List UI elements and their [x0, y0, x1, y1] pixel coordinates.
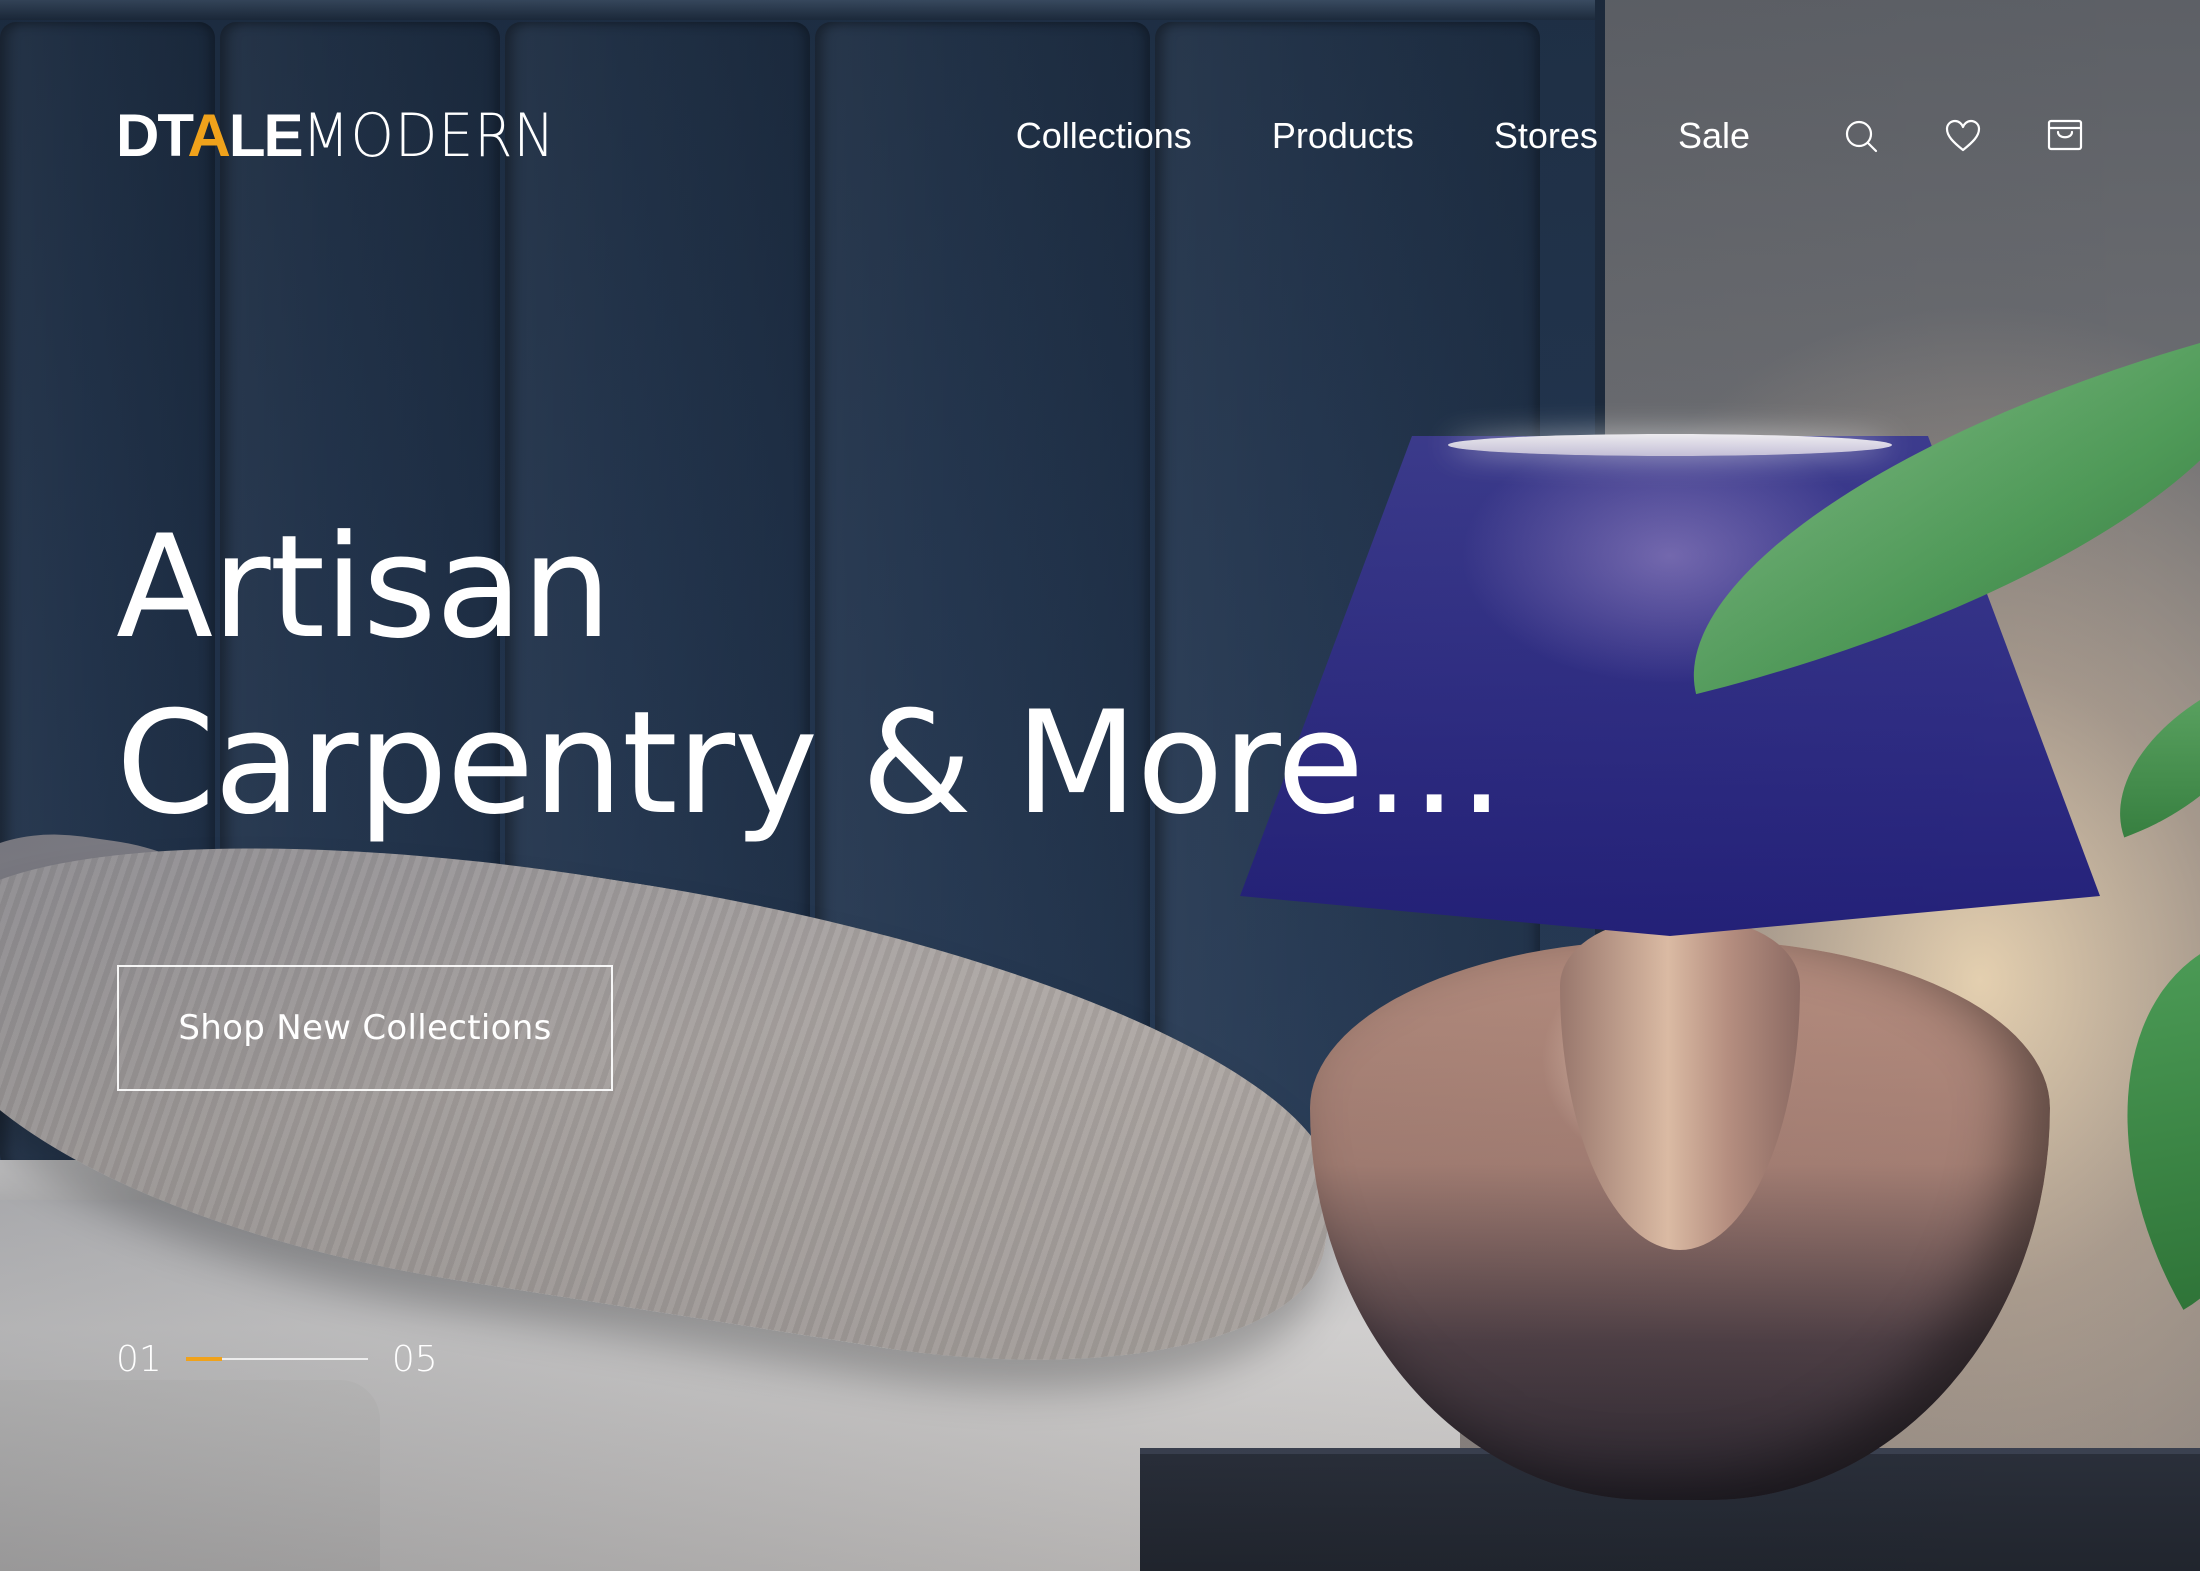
slide-progress-fill: [185, 1357, 223, 1361]
slide-indicator: 01 05: [116, 1334, 438, 1384]
nav-item-products[interactable]: Products: [1272, 115, 1414, 157]
logo-wordmark-light: MODERN: [301, 101, 556, 171]
search-icon: [1845, 120, 1878, 153]
nav-item-sale[interactable]: Sale: [1678, 115, 1750, 157]
slide-progress-track[interactable]: [185, 1357, 368, 1361]
slide-current-number: 01: [116, 1338, 162, 1380]
shopping-bag-icon: [2047, 119, 2083, 151]
main-nav: Collections Products Stores Sale: [1016, 96, 2084, 176]
cart-button[interactable]: [2046, 117, 2084, 155]
slide-total-number: 05: [391, 1338, 438, 1380]
logo-wordmark-bold: DTALE: [116, 102, 304, 169]
hero-banner: DTALE MODERN Collections Products Stores…: [0, 0, 2200, 1571]
hero-headline-line1: Artisan: [116, 505, 612, 670]
hero-headline-line2: Carpentry & More…: [116, 681, 1505, 846]
nav-item-stores[interactable]: Stores: [1494, 115, 1598, 157]
top-navigation: DTALE MODERN Collections Products Stores…: [116, 96, 2084, 176]
brand-logo[interactable]: DTALE MODERN: [116, 101, 577, 171]
shop-new-collections-button[interactable]: Shop New Collections: [117, 965, 613, 1091]
wishlist-button[interactable]: [1944, 117, 1982, 155]
heart-icon: [1945, 119, 1981, 152]
hero-headline: Artisan Carpentry & More…: [116, 500, 1516, 852]
nav-item-collections[interactable]: Collections: [1016, 115, 1192, 157]
search-button[interactable]: [1842, 117, 1880, 155]
nav-icon-group: [1842, 117, 2084, 155]
